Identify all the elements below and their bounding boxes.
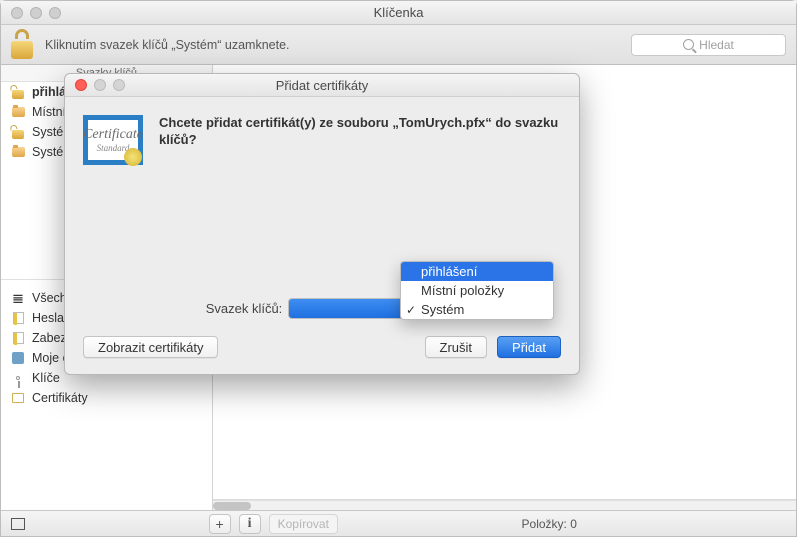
add-item-button[interactable]: + (209, 514, 231, 534)
note-icon (13, 312, 24, 324)
lock-open-icon (12, 126, 25, 139)
lock-open-icon (12, 86, 25, 99)
sidebar-item-label: Certifikáty (32, 391, 88, 405)
cancel-button[interactable]: Zrušit (425, 336, 488, 358)
keychain-dropdown-menu[interactable]: přihlášení Místní položky ✓ Systém (400, 261, 554, 320)
dropdown-option-local-items[interactable]: Místní položky (401, 281, 553, 300)
dropdown-option-label: Systém (421, 302, 464, 317)
certificate-graphic-icon: Certificate Standard (83, 115, 143, 165)
seal-icon (124, 148, 142, 166)
dropdown-option-label: přihlášení (421, 264, 477, 279)
puzzle-icon (12, 352, 24, 364)
info-button[interactable]: i (239, 514, 261, 534)
compass-icon: 𝌆 (11, 291, 25, 305)
search-icon (683, 39, 694, 50)
sidebar-item-label: Hesla (32, 311, 64, 325)
toolbar-message: Kliknutím svazek klíčů „Systém“ uzamknet… (45, 38, 290, 52)
keychain-select-label: Svazek klíčů: (206, 301, 283, 316)
item-count: Položky: 0 (522, 517, 577, 531)
lock-toggle-icon[interactable] (11, 31, 35, 59)
folder-icon (12, 107, 25, 117)
horizontal-scrollbar[interactable] (213, 500, 796, 510)
certificate-icon (12, 393, 24, 403)
note-icon (13, 332, 24, 344)
scrollbar-thumb[interactable] (213, 502, 251, 510)
folder-icon (12, 147, 25, 157)
toolbar: Kliknutím svazek klíčů „Systém“ uzamknet… (1, 25, 796, 65)
dropdown-option-login[interactable]: přihlášení (401, 262, 553, 281)
add-certificates-dialog: Přidat certifikáty Certificate Standard … (64, 73, 580, 375)
check-icon: ✓ (406, 303, 416, 317)
copy-button-disabled: Kopírovat (269, 514, 338, 534)
key-icon (16, 376, 20, 380)
dropdown-option-label: Místní položky (421, 283, 504, 298)
sidebar-item-certificates[interactable]: Certifikáty (1, 388, 212, 408)
add-button[interactable]: Přidat (497, 336, 561, 358)
titlebar: Klíčenka (1, 1, 796, 25)
statusbar: + i Kopírovat Položky: 0 (1, 510, 796, 536)
view-mode-icon[interactable] (11, 518, 25, 530)
dialog-titlebar: Přidat certifikáty (65, 74, 579, 97)
search-input[interactable]: Hledat (631, 34, 786, 56)
dropdown-option-system[interactable]: ✓ Systém (401, 300, 553, 319)
window-title: Klíčenka (1, 5, 796, 20)
dialog-title: Přidat certifikáty (65, 78, 579, 93)
sidebar-item-label: Klíče (32, 371, 60, 385)
show-certificates-button[interactable]: Zobrazit certifikáty (83, 336, 218, 358)
search-placeholder: Hledat (699, 38, 734, 52)
